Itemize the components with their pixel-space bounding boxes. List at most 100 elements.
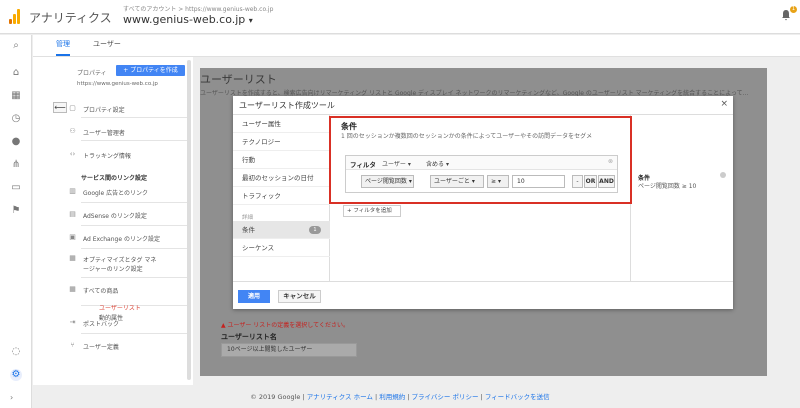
or-button[interactable]: OR	[584, 175, 597, 188]
footer-link-home[interactable]: アナリティクス ホーム	[307, 393, 373, 401]
category-first-session-date[interactable]: 最初のセッションの日付	[233, 169, 330, 187]
acquisition-icon[interactable]: ⋔	[10, 159, 22, 171]
search-icon[interactable]: ⌕	[10, 40, 22, 52]
postback-label: ポストバック	[83, 321, 120, 328]
category-behavior[interactable]: 行動	[233, 151, 330, 169]
tracking-info-item[interactable]: ‹› トラッキング情報	[70, 150, 131, 160]
caret-down-icon: ▾	[407, 161, 411, 168]
apply-button[interactable]: 適用	[238, 290, 270, 303]
gear-icon[interactable]: ⚙	[10, 369, 22, 381]
audience-icon: ⑂	[70, 341, 75, 349]
advanced-section-label: 詳細	[242, 215, 254, 221]
add-filter-button[interactable]: + フィルタを追加	[343, 205, 401, 217]
adsense-link-label: AdSense のリンク設定	[83, 213, 147, 220]
people-icon: ⚇	[69, 127, 76, 135]
remove-row-button[interactable]: -	[572, 175, 583, 188]
user-list-name-label: ユーザーリスト名	[221, 333, 277, 341]
lightbulb-icon[interactable]: ◌	[10, 346, 22, 358]
optimize-link-label: ージャーのリンク設定	[83, 266, 143, 273]
square-icon: ▢	[69, 104, 76, 112]
definition-warning: ▲ ユーザー リストの定義を選択してください。	[221, 322, 349, 329]
tab-admin[interactable]: 管理	[56, 39, 70, 56]
property-settings-label: プロパティ設定	[83, 107, 125, 114]
user-list-name-input[interactable]: 10ページ以上閲覧したユーザー	[221, 343, 357, 357]
filter-header: フィルタ ユーザー ▾ 含める ▾ ⊗	[346, 156, 617, 170]
footer-link-feedback[interactable]: フィードバックを送信	[485, 393, 550, 401]
dialog-footer: 適用 キャンセル	[233, 281, 733, 309]
filter-value-input[interactable]: 10	[512, 175, 565, 188]
category-technology[interactable]: テクノロジー	[233, 133, 330, 151]
filter-label: フィルタ	[350, 161, 376, 169]
category-sequences[interactable]: シーケンス	[233, 239, 330, 257]
google-ads-link-item[interactable]: ▥ Google 広告とのリンク	[69, 187, 148, 197]
divider	[81, 225, 189, 226]
person-icon[interactable]: ●	[10, 136, 22, 148]
ad-exchange-link-item[interactable]: ▣ Ad Exchange のリンク設定	[69, 233, 160, 243]
back-arrow-icon[interactable]: ⟵	[53, 102, 67, 113]
breadcrumb[interactable]: すべてのアカウント > https://www.genius-web.co.jp	[123, 4, 273, 13]
footer-link-privacy[interactable]: プライバシー ポリシー	[412, 393, 479, 401]
app-name: アナリティクス	[29, 11, 112, 25]
ads-icon: ▥	[69, 187, 76, 195]
audience-definition-label: ユーザー定義	[83, 344, 119, 351]
page-title: ユーザーリスト	[200, 73, 277, 86]
clock-icon[interactable]: ◷	[10, 113, 22, 125]
footer-link-terms[interactable]: 利用規約	[379, 393, 405, 401]
user-management-item[interactable]: ⚇ ユーザー管理者	[69, 127, 125, 137]
tab-user[interactable]: ユーザー	[93, 39, 121, 54]
remove-filter-icon[interactable]: ⊗	[608, 158, 613, 165]
operator-dropdown[interactable]: ≥ ▾	[487, 175, 509, 188]
per-dropdown[interactable]: ユーザーごと ▾	[430, 175, 484, 188]
cancel-button[interactable]: キャンセル	[278, 290, 321, 303]
postback-icon: ⇥	[69, 318, 76, 326]
left-nav: ⌕ ⌂ ▦ ◷ ● ⋔ ▭ ⚑ ◌ ⚙	[0, 35, 32, 408]
behavior-icon[interactable]: ▭	[10, 182, 22, 194]
caret-down-icon: ▾	[408, 178, 412, 185]
home-icon[interactable]: ⌂	[10, 67, 22, 79]
admin-scrollbar[interactable]	[187, 60, 191, 380]
optimize-icon: ▦	[69, 254, 76, 262]
summary-value: ページ閲覧回数 ≥ 10	[638, 183, 697, 190]
property-column: プロパティ + プロパティを作成 https://www.genius-web.…	[33, 57, 193, 385]
all-products-item[interactable]: ▦ すべての商品	[69, 285, 119, 295]
property-settings-item[interactable]: ▢ プロパティ設定	[69, 104, 125, 114]
create-property-button[interactable]: + プロパティを作成	[116, 65, 185, 76]
analytics-logo[interactable]	[9, 8, 23, 24]
user-management-label: ユーザー管理者	[83, 130, 125, 137]
filter-include-value: 含める	[426, 161, 445, 168]
conditions-label: 条件	[242, 226, 255, 234]
category-conditions[interactable]: 条件 1	[233, 221, 330, 239]
optimize-link-item[interactable]: ▦ オプティマイズとタグ マネ ージャーのリンク設定	[69, 254, 156, 273]
filter-box: フィルタ ユーザー ▾ 含める ▾ ⊗ ページ閲覧回数 ▾ ユーザーごと ▾ ≥…	[345, 155, 618, 193]
property-url: https://www.genius-web.co.jp	[77, 81, 158, 87]
copyright-text: © 2019 Google	[250, 393, 301, 401]
logo-bar	[9, 19, 12, 24]
admin-tabs: 管理 ユーザー	[33, 35, 800, 57]
audience-definition-item[interactable]: ⑂ ユーザー定義	[70, 341, 119, 351]
metric-value: ページ閲覧回数	[365, 178, 407, 185]
filter-include-dropdown[interactable]: 含める ▾	[426, 159, 449, 168]
filter-scope-dropdown[interactable]: ユーザー ▾	[382, 159, 411, 168]
account-selector[interactable]: www.genius-web.co.jp ▾	[123, 13, 253, 26]
caret-down-icon: ▾	[471, 178, 475, 185]
and-button[interactable]: AND	[598, 175, 615, 188]
summary-status-dot	[720, 172, 726, 178]
flag-icon[interactable]: ⚑	[10, 205, 22, 217]
close-icon[interactable]: ×	[720, 99, 728, 109]
metric-dropdown[interactable]: ページ閲覧回数 ▾	[361, 175, 414, 188]
divider	[81, 140, 189, 141]
sidebar-item-dynamic-attributes[interactable]: 動的属性	[99, 313, 123, 322]
dashboard-icon[interactable]: ▦	[10, 90, 22, 102]
divider	[81, 248, 189, 249]
all-products-label: すべての商品	[83, 288, 119, 295]
category-demographics[interactable]: ユーザー属性	[233, 115, 330, 133]
conditions-count-badge: 1	[309, 226, 321, 234]
sidebar-item-user-list[interactable]: ユーザーリスト	[99, 303, 141, 312]
conditions-description: 1 回のセッションか複数回のセッションかの条件によってユーザーやその訪問データを…	[341, 133, 593, 140]
category-traffic[interactable]: トラフィック	[233, 187, 330, 205]
adsense-link-item[interactable]: ▤ AdSense のリンク設定	[69, 210, 147, 220]
per-value: ユーザーごと	[434, 178, 470, 185]
property-label: プロパティ	[77, 70, 107, 77]
builder-category-list: ユーザー属性 テクノロジー 行動 最初のセッションの日付 トラフィック 詳細 条…	[233, 115, 330, 281]
divider	[81, 333, 189, 334]
